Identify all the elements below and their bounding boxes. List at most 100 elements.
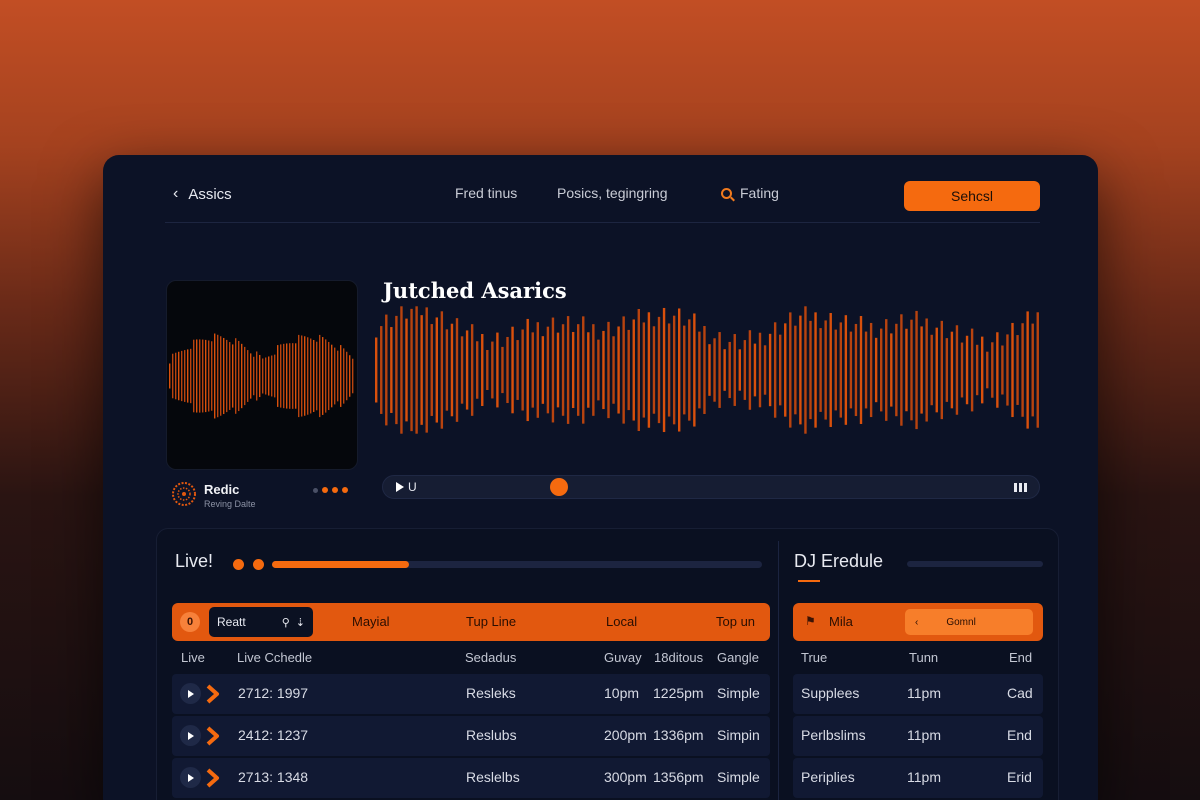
row-code: 2713: 1348 bbox=[238, 769, 309, 785]
play-icon bbox=[396, 482, 404, 492]
search-icon bbox=[721, 187, 732, 199]
row-end: 1336pm bbox=[653, 727, 704, 743]
chevron-left-icon: ‹ bbox=[173, 185, 179, 202]
row-type: Simpin bbox=[717, 727, 760, 743]
back-button[interactable]: ‹ Assics bbox=[173, 185, 232, 203]
row-code: 2712: 1997 bbox=[238, 685, 309, 701]
queue-icon[interactable] bbox=[1014, 483, 1027, 492]
nav-link-1[interactable]: Fred tinus bbox=[455, 185, 517, 201]
table-row[interactable]: 2713: 1348 Reslelbs 300pm 1356pm Simple bbox=[172, 758, 770, 798]
header-tab-4[interactable]: Top un bbox=[716, 614, 755, 629]
live-title: Live! bbox=[175, 551, 214, 571]
nav-link-2[interactable]: Posics, tegingring bbox=[557, 185, 668, 201]
live-progress-bar[interactable] bbox=[272, 561, 762, 568]
chevron-right-icon[interactable] bbox=[206, 684, 220, 704]
dj-header-button-label: Gomnl bbox=[946, 616, 976, 628]
album-art bbox=[166, 280, 358, 470]
live-search-input[interactable]: Reatt ⚲ ⇣ bbox=[209, 607, 313, 637]
search-value: Reatt bbox=[217, 615, 246, 629]
primary-action-button[interactable]: Sehcsl bbox=[904, 181, 1040, 211]
dj-scroll-track[interactable] bbox=[907, 561, 1043, 567]
row-type: Simple bbox=[717, 769, 760, 785]
header-tab-3[interactable]: Local bbox=[606, 614, 637, 629]
play-time: U bbox=[408, 480, 417, 494]
dj-row-name: Supplees bbox=[801, 685, 860, 701]
dj-title-underline bbox=[798, 580, 820, 582]
dj-table-header: ⚑ Mila ‹ Gomnl bbox=[793, 603, 1043, 641]
track-title: Jutched Asarics bbox=[383, 278, 567, 303]
col-dj-name: True bbox=[801, 650, 828, 665]
row-name: Reslelbs bbox=[466, 769, 520, 785]
dj-row-end: End bbox=[1007, 727, 1032, 743]
divider bbox=[778, 541, 779, 800]
pagination-dots[interactable] bbox=[313, 487, 348, 493]
play-icon bbox=[187, 731, 194, 740]
filter-icon[interactable]: ⇣ bbox=[296, 616, 305, 629]
row-play-button[interactable] bbox=[180, 725, 201, 746]
nav-search-link[interactable]: Fating bbox=[721, 185, 779, 201]
playback-bar: U bbox=[382, 475, 1040, 499]
back-label: Assics bbox=[188, 185, 232, 203]
dj-schedule-title: DJ Eredule bbox=[794, 551, 884, 571]
col-live: Live bbox=[181, 650, 205, 665]
live-progress-fill bbox=[272, 561, 410, 568]
col-dj-end: End bbox=[1009, 650, 1033, 665]
row-start: 300pm bbox=[604, 769, 647, 785]
row-play-button[interactable] bbox=[180, 683, 201, 704]
arrow-left-icon: ‹ bbox=[915, 616, 919, 628]
dj-header-label: Mila bbox=[829, 614, 853, 629]
play-button[interactable]: U bbox=[396, 480, 417, 494]
artist-name: Redic bbox=[204, 482, 240, 497]
page-dot[interactable] bbox=[313, 487, 318, 493]
scrubber-knob[interactable] bbox=[549, 478, 568, 496]
row-start: 10pm bbox=[604, 685, 640, 701]
row-end: 1225pm bbox=[653, 685, 704, 701]
page-dot[interactable] bbox=[332, 487, 338, 493]
chevron-right-icon[interactable] bbox=[206, 726, 220, 746]
dj-row-name: Perlbslims bbox=[801, 727, 866, 743]
chevron-right-icon[interactable] bbox=[206, 768, 220, 788]
schedule-panel: Live! DJ Eredule 0 Reatt ⚲ ⇣ Mayial Tup … bbox=[156, 528, 1059, 800]
dj-row[interactable]: Supplees 11pm Cad bbox=[793, 674, 1043, 714]
dj-icon: ⚑ bbox=[805, 614, 816, 628]
artist-avatar-icon bbox=[172, 482, 196, 506]
dj-row[interactable]: Perlbslims 11pm End bbox=[793, 716, 1043, 756]
record-icon[interactable]: 0 bbox=[180, 612, 200, 632]
play-icon bbox=[187, 773, 194, 782]
main-waveform[interactable] bbox=[375, 305, 1041, 435]
row-play-button[interactable] bbox=[180, 767, 201, 788]
table-row[interactable]: 2412: 1237 Reslubs 200pm 1336pm Simpin bbox=[172, 716, 770, 756]
app-window: ‹ Assics Fred tinus Posics, tegingring F… bbox=[103, 155, 1098, 800]
col-dj-time: Tunn bbox=[909, 650, 939, 665]
nav-search-label: Fating bbox=[740, 185, 779, 201]
dj-header-button[interactable]: ‹ Gomnl bbox=[905, 609, 1033, 635]
dj-row-name: Periplies bbox=[801, 769, 855, 785]
live-indicator-dot bbox=[253, 559, 264, 570]
col-end: 18ditous bbox=[654, 650, 704, 665]
dj-row-end: Cad bbox=[1007, 685, 1033, 701]
col-start: Guvay bbox=[604, 650, 642, 665]
page-dot[interactable] bbox=[322, 487, 328, 493]
artist-subtitle: Reving Dalte bbox=[204, 499, 256, 509]
dj-row-end: Erid bbox=[1007, 769, 1032, 785]
album-waveform-graphic bbox=[169, 333, 354, 419]
row-name: Reslubs bbox=[466, 727, 517, 743]
top-bar: ‹ Assics Fred tinus Posics, tegingring F… bbox=[165, 177, 1040, 223]
live-indicator-dot bbox=[233, 559, 244, 570]
row-end: 1356pm bbox=[653, 769, 704, 785]
search-icon[interactable]: ⚲ bbox=[282, 616, 290, 629]
table-row[interactable]: 2712: 1997 Resleks 10pm 1225pm Simple bbox=[172, 674, 770, 714]
row-start: 200pm bbox=[604, 727, 647, 743]
header-tab-1[interactable]: Mayial bbox=[352, 614, 390, 629]
live-table-header: 0 Reatt ⚲ ⇣ Mayial Tup Line Local Top un bbox=[172, 603, 770, 641]
col-status: Sedadus bbox=[465, 650, 517, 665]
header-tab-2[interactable]: Tup Line bbox=[466, 614, 516, 629]
row-code: 2412: 1237 bbox=[238, 727, 309, 743]
col-type: Gangle bbox=[717, 650, 759, 665]
dj-row-time: 11pm bbox=[907, 769, 941, 785]
page-dot[interactable] bbox=[342, 487, 348, 493]
dj-row[interactable]: Periplies 11pm Erid bbox=[793, 758, 1043, 798]
dj-row-time: 11pm bbox=[907, 685, 941, 701]
play-icon bbox=[187, 689, 194, 698]
col-schedule: Live Cchedle bbox=[237, 650, 313, 665]
